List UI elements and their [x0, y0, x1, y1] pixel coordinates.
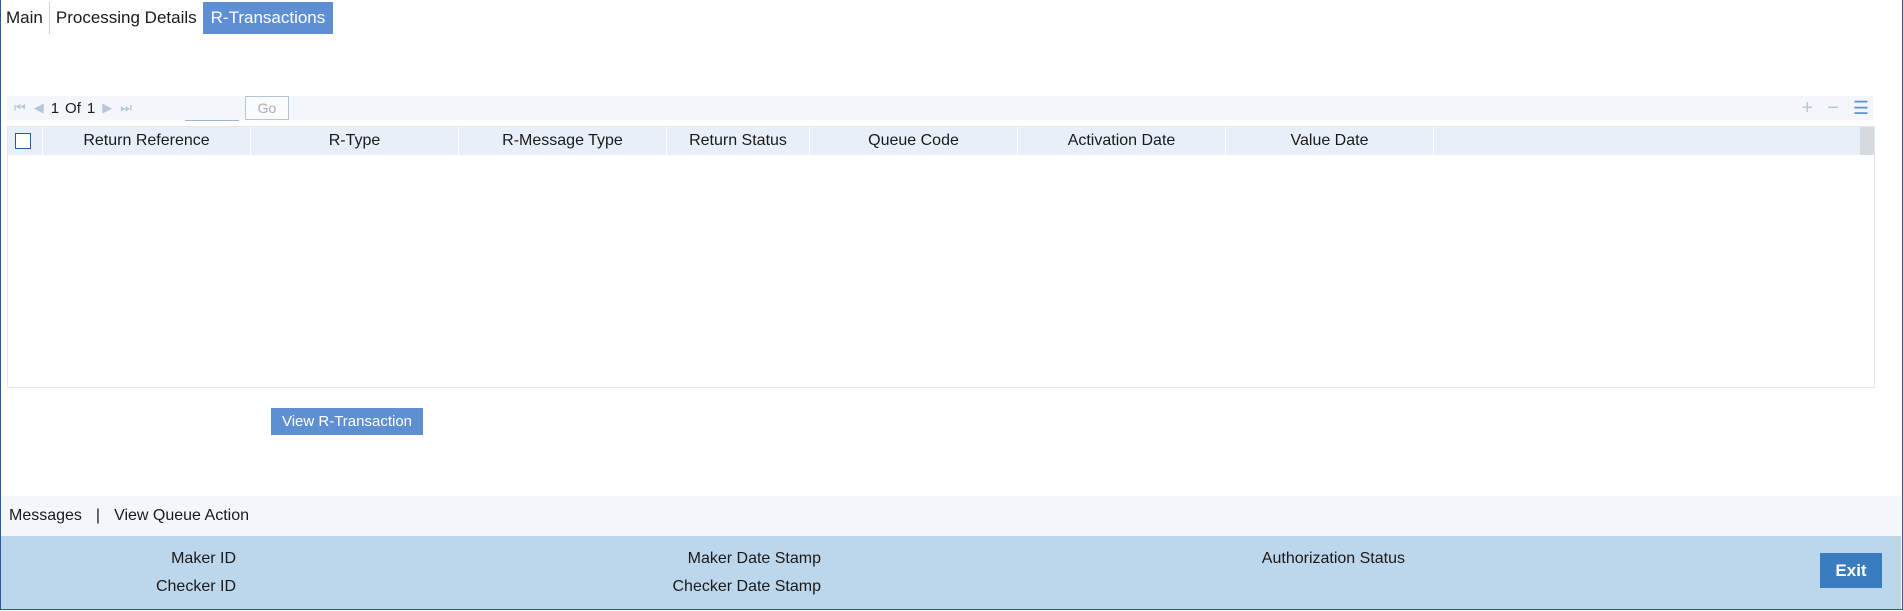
checker-date-stamp-label: Checker Date Stamp — [672, 578, 821, 595]
previous-page-icon[interactable]: ◀ — [34, 100, 44, 116]
audit-footer: Maker ID Checker ID Maker Date Stamp Che… — [1, 536, 1901, 609]
checker-id-label: Checker ID — [155, 578, 236, 595]
messages-link[interactable]: Messages — [1, 507, 90, 525]
go-button[interactable]: Go — [245, 96, 289, 120]
col-r-message-type[interactable]: R-Message Type — [459, 127, 667, 155]
col-activation-date[interactable]: Activation Date — [1018, 127, 1226, 155]
single-view-icon[interactable]: ☰ — [1853, 98, 1869, 119]
goto-page-input[interactable] — [185, 98, 239, 121]
maker-id-label: Maker ID — [171, 550, 236, 567]
col-value-date[interactable]: Value Date — [1226, 127, 1434, 155]
next-page-icon[interactable]: ▶ — [102, 100, 112, 116]
delete-row-icon[interactable]: − — [1827, 97, 1839, 120]
tab-r-transactions[interactable]: R-Transactions — [202, 2, 334, 34]
col-return-reference[interactable]: Return Reference — [43, 127, 251, 155]
total-pages: 1 — [86, 99, 96, 117]
tab-bar: Main Processing Details R-Transactions — [0, 2, 334, 34]
view-queue-action-link[interactable]: View Queue Action — [106, 507, 257, 525]
view-r-transaction-button[interactable]: View R-Transaction — [271, 408, 423, 435]
col-queue-code[interactable]: Queue Code — [810, 127, 1018, 155]
table-header: Return Reference R-Type R-Message Type R… — [8, 127, 1860, 155]
grid-actions: + − ☰ — [1787, 96, 1869, 120]
col-r-type[interactable]: R-Type — [251, 127, 459, 155]
tab-processing-details[interactable]: Processing Details — [50, 2, 203, 34]
authorization-status-label: Authorization Status — [1261, 550, 1405, 567]
links-separator: | — [95, 507, 101, 524]
table-body — [8, 155, 1874, 387]
of-label: Of — [65, 99, 81, 117]
maker-date-stamp-label: Maker Date Stamp — [687, 550, 821, 567]
select-all-checkbox[interactable] — [15, 133, 31, 149]
last-page-icon[interactable]: ⏭ — [120, 100, 132, 116]
tab-main[interactable]: Main — [0, 2, 50, 34]
grid-toolbar: ⏮ ◀ 1 Of 1 ▶ ⏭ Go + − ☰ — [7, 96, 1873, 121]
select-all-cell — [8, 127, 43, 155]
current-page: 1 — [50, 99, 60, 117]
links-bar: Messages | View Queue Action — [1, 496, 1901, 536]
pager: ⏮ ◀ 1 Of 1 ▶ ⏭ — [10, 96, 136, 120]
col-return-status[interactable]: Return Status — [667, 127, 810, 155]
r-transactions-table: Return Reference R-Type R-Message Type R… — [7, 126, 1875, 388]
first-page-icon[interactable]: ⏮ — [14, 100, 26, 116]
exit-button[interactable]: Exit — [1820, 553, 1882, 588]
add-row-icon[interactable]: + — [1801, 97, 1813, 120]
table-scrollbar[interactable] — [1860, 127, 1874, 155]
